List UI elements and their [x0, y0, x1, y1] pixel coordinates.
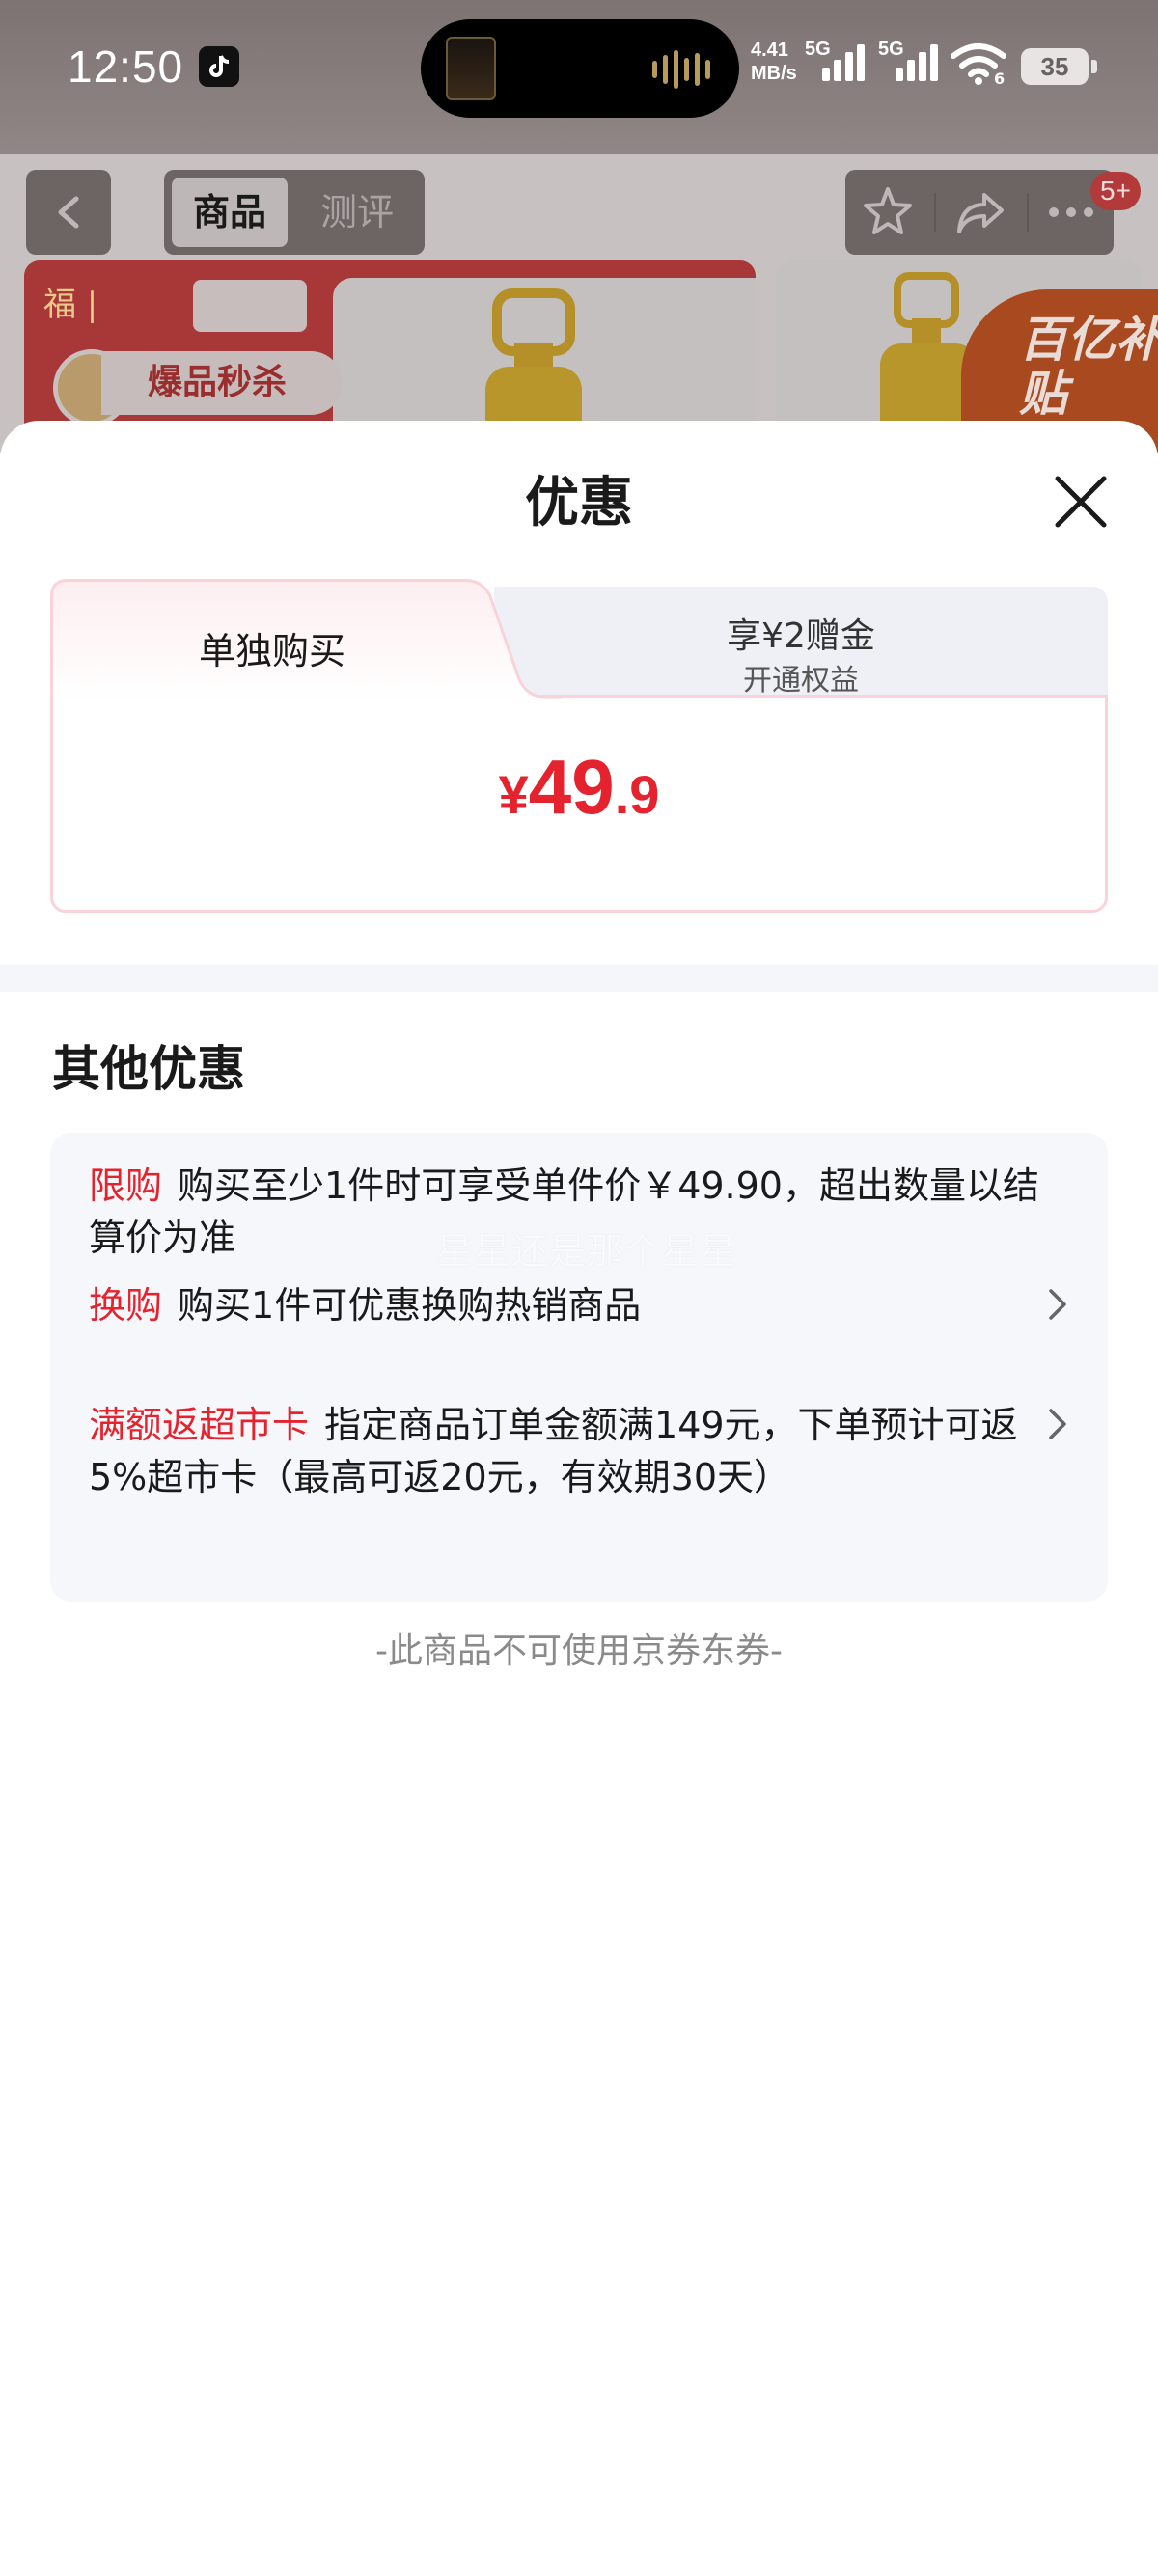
other-offers-list: 限购 购买至少1件时可享受单件价￥49.90，超出数量以结算价为准 星星还是那个星…: [50, 1133, 1108, 1602]
sheet-title: 优惠: [525, 472, 633, 534]
brand-logo: 福 |: [43, 286, 98, 324]
music-album-art: [446, 37, 496, 100]
offer-tag: 满额返超市卡: [89, 1404, 310, 1446]
tab-member-benefit[interactable]: 享¥2赠金 开通权益: [494, 587, 1108, 702]
flash-sale-tag: 爆品秒杀: [101, 351, 343, 415]
offers-sheet: 优惠 享¥2赠金 开通权益 单独购买 ¥49.9 其他优惠 限购 购买至少1件时可…: [0, 421, 1158, 2576]
price-display: ¥49.9: [50, 743, 1108, 832]
signal-icon: [896, 42, 938, 81]
nav-actions: [845, 170, 1114, 255]
product-tab-switch: 商品 测评: [164, 170, 425, 255]
offer-tag: 限购: [89, 1165, 163, 1207]
favorite-button[interactable]: [859, 183, 917, 241]
cart-badge: 5+: [1090, 172, 1141, 210]
status-time: 12:50: [68, 41, 184, 92]
dynamic-island[interactable]: [421, 19, 739, 118]
tab-member-main-label: 享¥2赠金: [727, 617, 875, 656]
tab-member-sub-label: 开通权益: [743, 664, 859, 698]
share-button[interactable]: [951, 183, 1009, 241]
coupon-footnote: -此商品不可使用京券东券-: [375, 1631, 783, 1671]
chevron-right-icon[interactable]: [1046, 1285, 1069, 1324]
tiktok-icon: [199, 46, 239, 87]
share-icon: [957, 193, 1004, 233]
tab-review[interactable]: 测评: [299, 178, 415, 247]
signal-icon: [822, 42, 865, 81]
back-button[interactable]: [26, 170, 111, 255]
product-page-background: 12:50 4.41 MB/s 5G 5G 6 35 商品 测评 5+ 福 | …: [0, 0, 1158, 453]
tab-single-purchase[interactable]: 单独购买: [50, 621, 494, 674]
chevron-right-icon[interactable]: [1046, 1405, 1069, 1443]
price-decimal: .9: [614, 764, 660, 825]
offer-item-supermarket-card[interactable]: 满额返超市卡 指定商品订单金额满149元，下单预计可返5%超市卡（最高可返20元，…: [89, 1399, 1034, 1503]
star-icon: [864, 187, 912, 234]
close-button[interactable]: [1054, 475, 1108, 529]
offer-text: 购买1件可优惠换购热销商品: [178, 1284, 642, 1327]
battery-icon: 35: [1021, 48, 1097, 85]
network-speed-unit: MB/s: [751, 63, 797, 84]
close-icon: [1055, 476, 1107, 528]
status-bar: 12:50 4.41 MB/s 5G 5G 6 35: [0, 0, 1158, 135]
audio-wave-icon: [652, 50, 710, 89]
cofco-logo: [193, 280, 307, 332]
network-speed: 4.41 MB/s: [751, 39, 797, 85]
wifi-badge: 6: [994, 69, 1006, 88]
offer-item-exchange[interactable]: 换购 购买1件可优惠换购热销商品: [89, 1279, 1054, 1331]
price-card: 享¥2赠金 开通权益 单独购买 ¥49.9: [50, 579, 1108, 913]
section-divider: [0, 965, 1158, 992]
back-arrow-icon: [58, 196, 79, 229]
other-offers-title: 其他优惠: [52, 1041, 245, 1097]
price-integer: 49: [528, 744, 615, 830]
price-currency: ¥: [498, 764, 529, 825]
network-speed-value: 4.41: [751, 40, 788, 61]
watermark: 星星还是那个星星: [436, 1230, 738, 1273]
tab-product[interactable]: 商品: [172, 178, 288, 247]
offer-tag: 换购: [89, 1284, 163, 1327]
